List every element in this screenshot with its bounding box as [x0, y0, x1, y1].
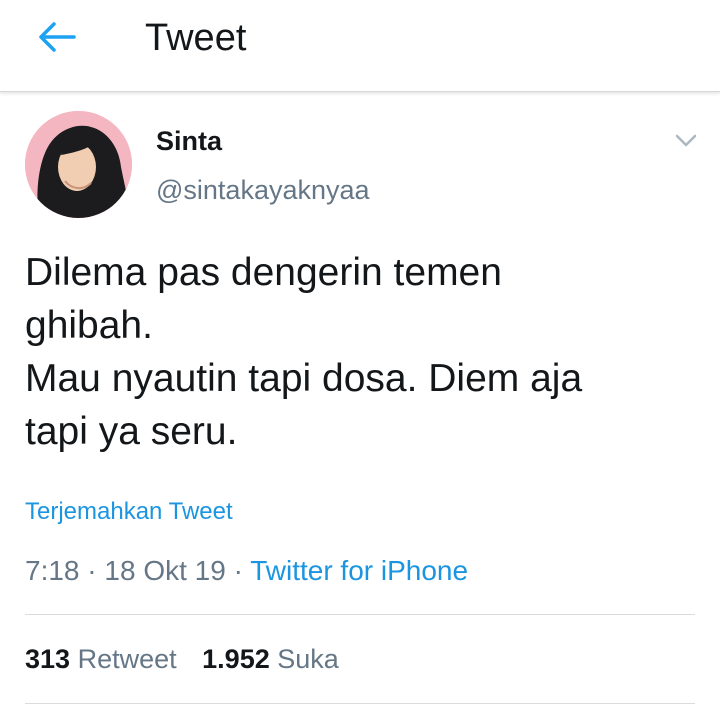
page-title: Tweet: [145, 17, 247, 59]
tweet-meta: 7:18 · 18 Okt 19 · Twitter for iPhone: [25, 552, 468, 590]
app-header: Tweet: [0, 0, 720, 92]
retweet-count: 313: [25, 644, 71, 674]
profile-photo: [25, 111, 132, 218]
like-count: 1.952: [202, 644, 270, 674]
back-button[interactable]: [32, 18, 80, 58]
likes-stat[interactable]: 1.952 Suka: [202, 644, 339, 674]
chevron-down-icon: [675, 134, 697, 147]
meta-separator: ·: [233, 555, 243, 586]
like-label: Suka: [277, 644, 339, 674]
avatar[interactable]: [25, 111, 132, 218]
tweet-options-button[interactable]: [672, 128, 700, 152]
tweet-date: 18 Okt 19: [104, 555, 226, 586]
retweets-stat[interactable]: 313 Retweet: [25, 644, 184, 674]
divider: [25, 703, 695, 704]
divider: [25, 614, 695, 615]
tweet-stats: 313 Retweet 1.952 Suka: [25, 640, 339, 678]
tweet-text: Dilema pas dengerin temen ghibah. Mau ny…: [25, 251, 583, 453]
username[interactable]: @sintakayaknyaa: [156, 173, 370, 207]
meta-separator: ·: [87, 555, 97, 586]
tweet-time: 7:18: [25, 555, 80, 586]
retweet-label: Retweet: [77, 644, 177, 674]
arrow-left-icon: [39, 22, 76, 52]
translate-tweet-link[interactable]: Terjemahkan Tweet: [25, 497, 233, 527]
display-name[interactable]: Sinta: [156, 124, 222, 158]
tweet-source-link[interactable]: Twitter for iPhone: [250, 555, 468, 586]
